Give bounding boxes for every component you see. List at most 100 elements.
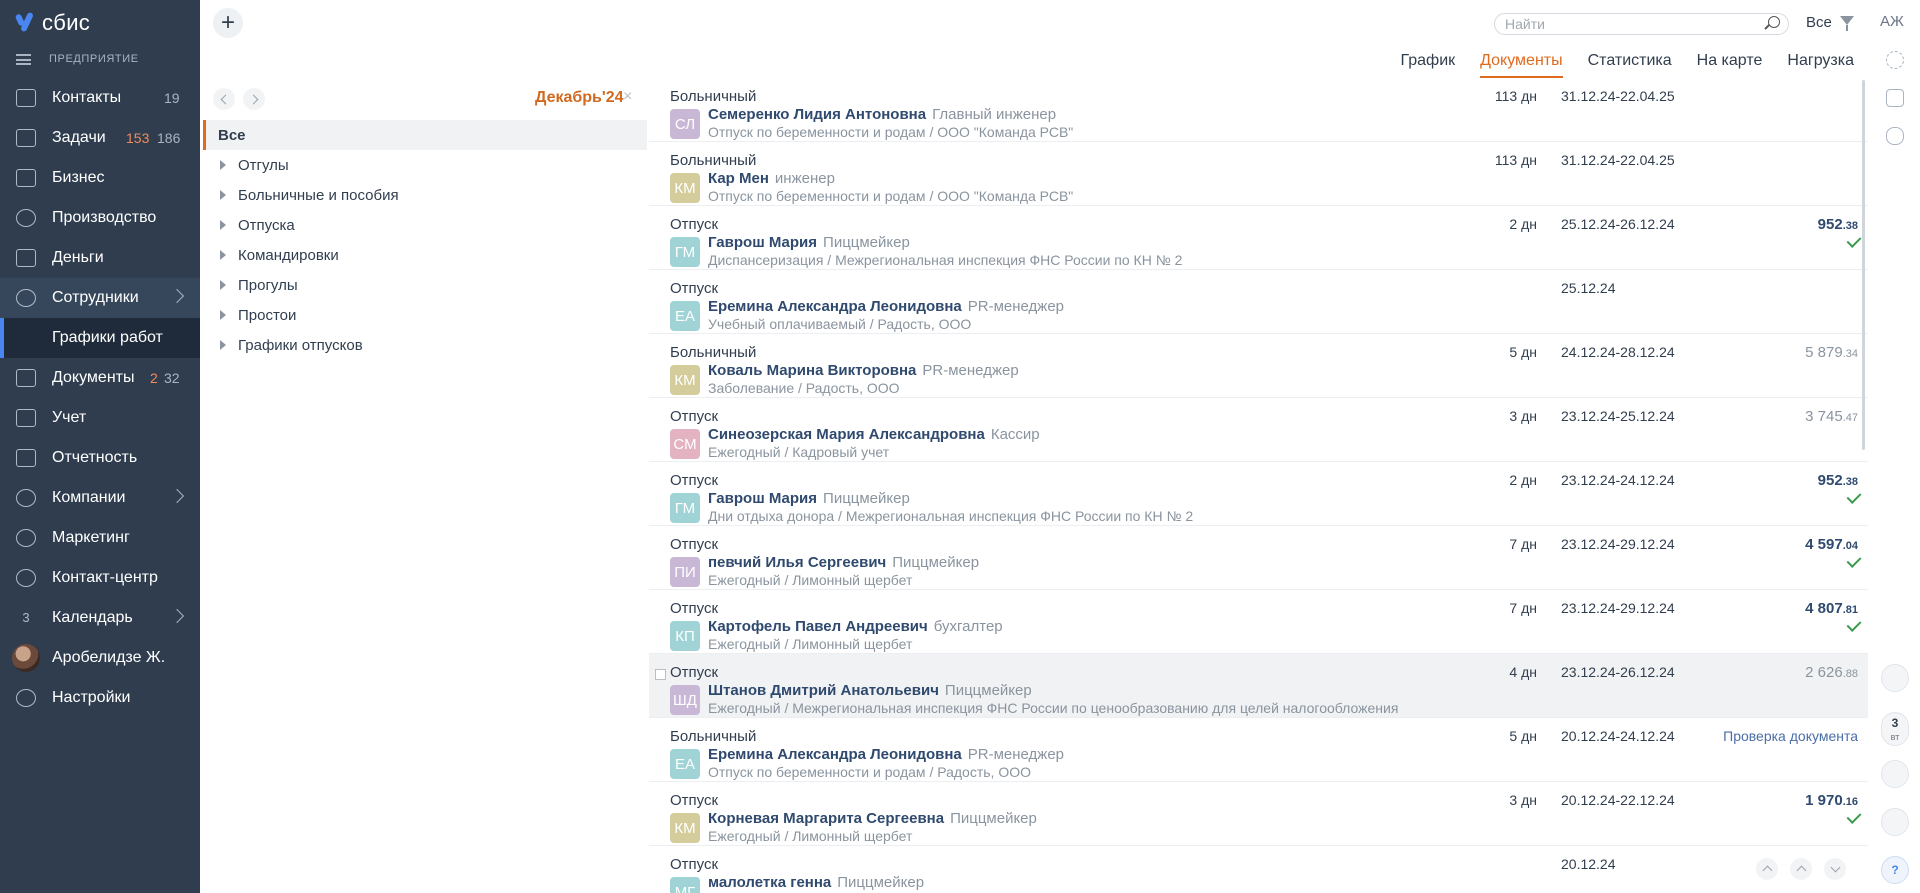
calendar-day-button[interactable]: 3 вт (1881, 712, 1909, 746)
folder-item[interactable]: Больничные и пособия (203, 180, 647, 210)
folder-item[interactable]: Графики отпусков (203, 330, 647, 360)
expand-icon[interactable] (220, 280, 226, 290)
period-label[interactable]: Декабрь'24 (535, 89, 624, 107)
employee[interactable]: Кар Мен инженер (708, 170, 835, 187)
logo[interactable]: сбис (16, 10, 90, 36)
employee[interactable]: малолетка генна Пиццмейкер (708, 874, 924, 891)
prev-period-button[interactable] (213, 88, 235, 110)
employee-name[interactable]: Семеренко Лидия Антоновна (708, 106, 926, 123)
expand-icon[interactable] (220, 340, 226, 350)
row-checkbox[interactable] (655, 669, 666, 680)
expand-icon[interactable] (220, 250, 226, 260)
sidebar-item-reports[interactable]: Отчетность (0, 438, 200, 478)
search-input[interactable] (1494, 13, 1789, 35)
document-row[interactable]: Больничный ЕА Еремина Александра Леонидовн… (649, 718, 1868, 782)
employee-name[interactable]: Корневая Маргарита Сергеевна (708, 810, 944, 827)
employee-name[interactable]: Штанов Дмитрий Анатольевич (708, 682, 939, 699)
folder-item[interactable]: Простои (203, 300, 647, 330)
tab-documents[interactable]: Документы (1480, 52, 1563, 78)
folder-item[interactable]: Командировки (203, 240, 647, 270)
menu-icon[interactable] (16, 53, 31, 65)
close-icon[interactable]: × (623, 88, 632, 106)
employee[interactable]: Гаврош Мария Пиццмейкер (708, 490, 910, 507)
employee-name[interactable]: Гаврош Мария (708, 234, 817, 251)
expand-icon[interactable] (220, 310, 226, 320)
chat-icon[interactable] (1881, 808, 1909, 836)
next-period-button[interactable] (243, 88, 265, 110)
employee[interactable]: Картофель Павел Андреевич бухгалтер (708, 618, 1003, 635)
filter-icon[interactable] (1840, 16, 1854, 31)
employee[interactable]: Корневая Маргарита Сергеевна Пиццмейкер (708, 810, 1037, 827)
tab-map[interactable]: На карте (1697, 52, 1763, 78)
link-icon[interactable] (1886, 127, 1904, 145)
user-initials[interactable]: АЖ (1880, 13, 1904, 30)
employee-name[interactable]: Еремина Александра Леонидовна (708, 746, 962, 763)
employee-name[interactable]: Картофель Павел Андреевич (708, 618, 928, 635)
gear-icon[interactable] (1886, 51, 1904, 69)
sidebar-item-money[interactable]: Деньги (0, 238, 200, 278)
employee[interactable]: Гаврош Мария Пиццмейкер (708, 234, 910, 251)
export-icon[interactable] (1886, 89, 1904, 107)
document-row[interactable]: Больничный КМ Кар Мен инженер Отпуск по бере… (649, 142, 1868, 206)
expand-icon[interactable] (220, 160, 226, 170)
employee[interactable]: Еремина Александра Леонидовна PR-менеджер (708, 746, 1064, 763)
sidebar-item-employees[interactable]: Сотрудники (0, 278, 200, 318)
expand-icon[interactable] (220, 220, 226, 230)
folder-item[interactable]: Отпуска (203, 210, 647, 240)
folder-item[interactable]: Отгулы (203, 150, 647, 180)
sidebar-item-profile[interactable]: Аробелидзе Ж. (0, 638, 200, 678)
document-row[interactable]: Отпуск ЕА Еремина Александра Леонидовна PR-… (649, 270, 1868, 334)
document-row[interactable]: Отпуск ШД Штанов Дмитрий Анатольевич Пиццме… (649, 654, 1868, 718)
document-row[interactable]: Больничный СЛ Семеренко Лидия Антоновна Гла… (649, 78, 1868, 142)
sidebar-item-companies[interactable]: Компании (0, 478, 200, 518)
document-row[interactable]: Отпуск ГМ Гаврош Мария Пиццмейкер Диспансери… (649, 206, 1868, 270)
employee-name[interactable]: Коваль Марина Викторовна (708, 362, 916, 379)
employee-name[interactable]: малолетка генна (708, 874, 831, 891)
sidebar-item-marketing[interactable]: Маркетинг (0, 518, 200, 558)
sidebar-item-work-schedules[interactable]: Графики работ (0, 318, 200, 358)
org-switcher[interactable]: ПРЕДПРИЯТИЕ (16, 52, 139, 66)
document-row[interactable]: Больничный КМ Коваль Марина Викторовна PR-м… (649, 334, 1868, 398)
tab-statistics[interactable]: Статистика (1588, 52, 1672, 78)
document-row[interactable]: Отпуск КП Картофель Павел Андреевич бухгалт… (649, 590, 1868, 654)
employee[interactable]: Штанов Дмитрий Анатольевич Пиццмейкер (708, 682, 1032, 699)
employee[interactable]: Еремина Александра Леонидовна PR-менеджер (708, 298, 1064, 315)
scroll-up-button[interactable] (1790, 858, 1812, 880)
help-button[interactable]: ? (1881, 856, 1909, 884)
scrollbar[interactable] (1862, 80, 1865, 450)
notes-icon[interactable] (1881, 664, 1909, 692)
sidebar-item-calendar[interactable]: 3 Календарь (0, 598, 200, 638)
document-row[interactable]: Отпуск КМ Корневая Маргарита Сергеевна Пицц… (649, 782, 1868, 846)
employee[interactable]: Коваль Марина Викторовна PR-менеджер (708, 362, 1019, 379)
document-row[interactable]: Отпуск ГМ Гаврош Мария Пиццмейкер Дни отдыха… (649, 462, 1868, 526)
sidebar-item-contact-center[interactable]: Контакт-центр (0, 558, 200, 598)
employee-name[interactable]: певчий Илья Сергеевич (708, 554, 886, 571)
scroll-down-button[interactable] (1824, 858, 1846, 880)
folder-all[interactable]: Все (203, 120, 647, 150)
document-row[interactable]: Отпуск МГ малолетка генна Пиццмейкер 20.12.2… (649, 846, 1868, 893)
employee-name[interactable]: Синеозерская Мария Александровна (708, 426, 985, 443)
employee[interactable]: Семеренко Лидия Антоновна Главный инженер (708, 106, 1056, 123)
employee-name[interactable]: Еремина Александра Леонидовна (708, 298, 962, 315)
status-link[interactable]: Проверка документа (1723, 728, 1858, 744)
sidebar-item-accounting[interactable]: Учет (0, 398, 200, 438)
sidebar-item-tasks[interactable]: Задачи 153 186 (0, 118, 200, 158)
expand-icon[interactable] (220, 190, 226, 200)
sidebar-item-documents[interactable]: Документы 2 32 (0, 358, 200, 398)
add-button[interactable]: + (213, 8, 243, 38)
employee-name[interactable]: Гаврош Мария (708, 490, 817, 507)
sidebar-item-settings[interactable]: Настройки (0, 678, 200, 718)
folder-item[interactable]: Прогулы (203, 270, 647, 300)
filter-button[interactable]: Все (1806, 14, 1832, 31)
search-icon[interactable] (1768, 16, 1780, 28)
tab-schedule[interactable]: График (1400, 52, 1455, 78)
scroll-top-button[interactable] (1756, 858, 1778, 880)
phone-icon[interactable] (1881, 760, 1909, 788)
employee[interactable]: певчий Илья Сергеевич Пиццмейкер (708, 554, 979, 571)
employee-name[interactable]: Кар Мен (708, 170, 769, 187)
sidebar-item-production[interactable]: Производство (0, 198, 200, 238)
document-row[interactable]: Отпуск СМ Синеозерская Мария Александровна… (649, 398, 1868, 462)
sidebar-item-contacts[interactable]: Контакты 19 (0, 78, 200, 118)
employee[interactable]: Синеозерская Мария Александровна Кассир (708, 426, 1040, 443)
tab-load[interactable]: Нагрузка (1787, 52, 1854, 78)
